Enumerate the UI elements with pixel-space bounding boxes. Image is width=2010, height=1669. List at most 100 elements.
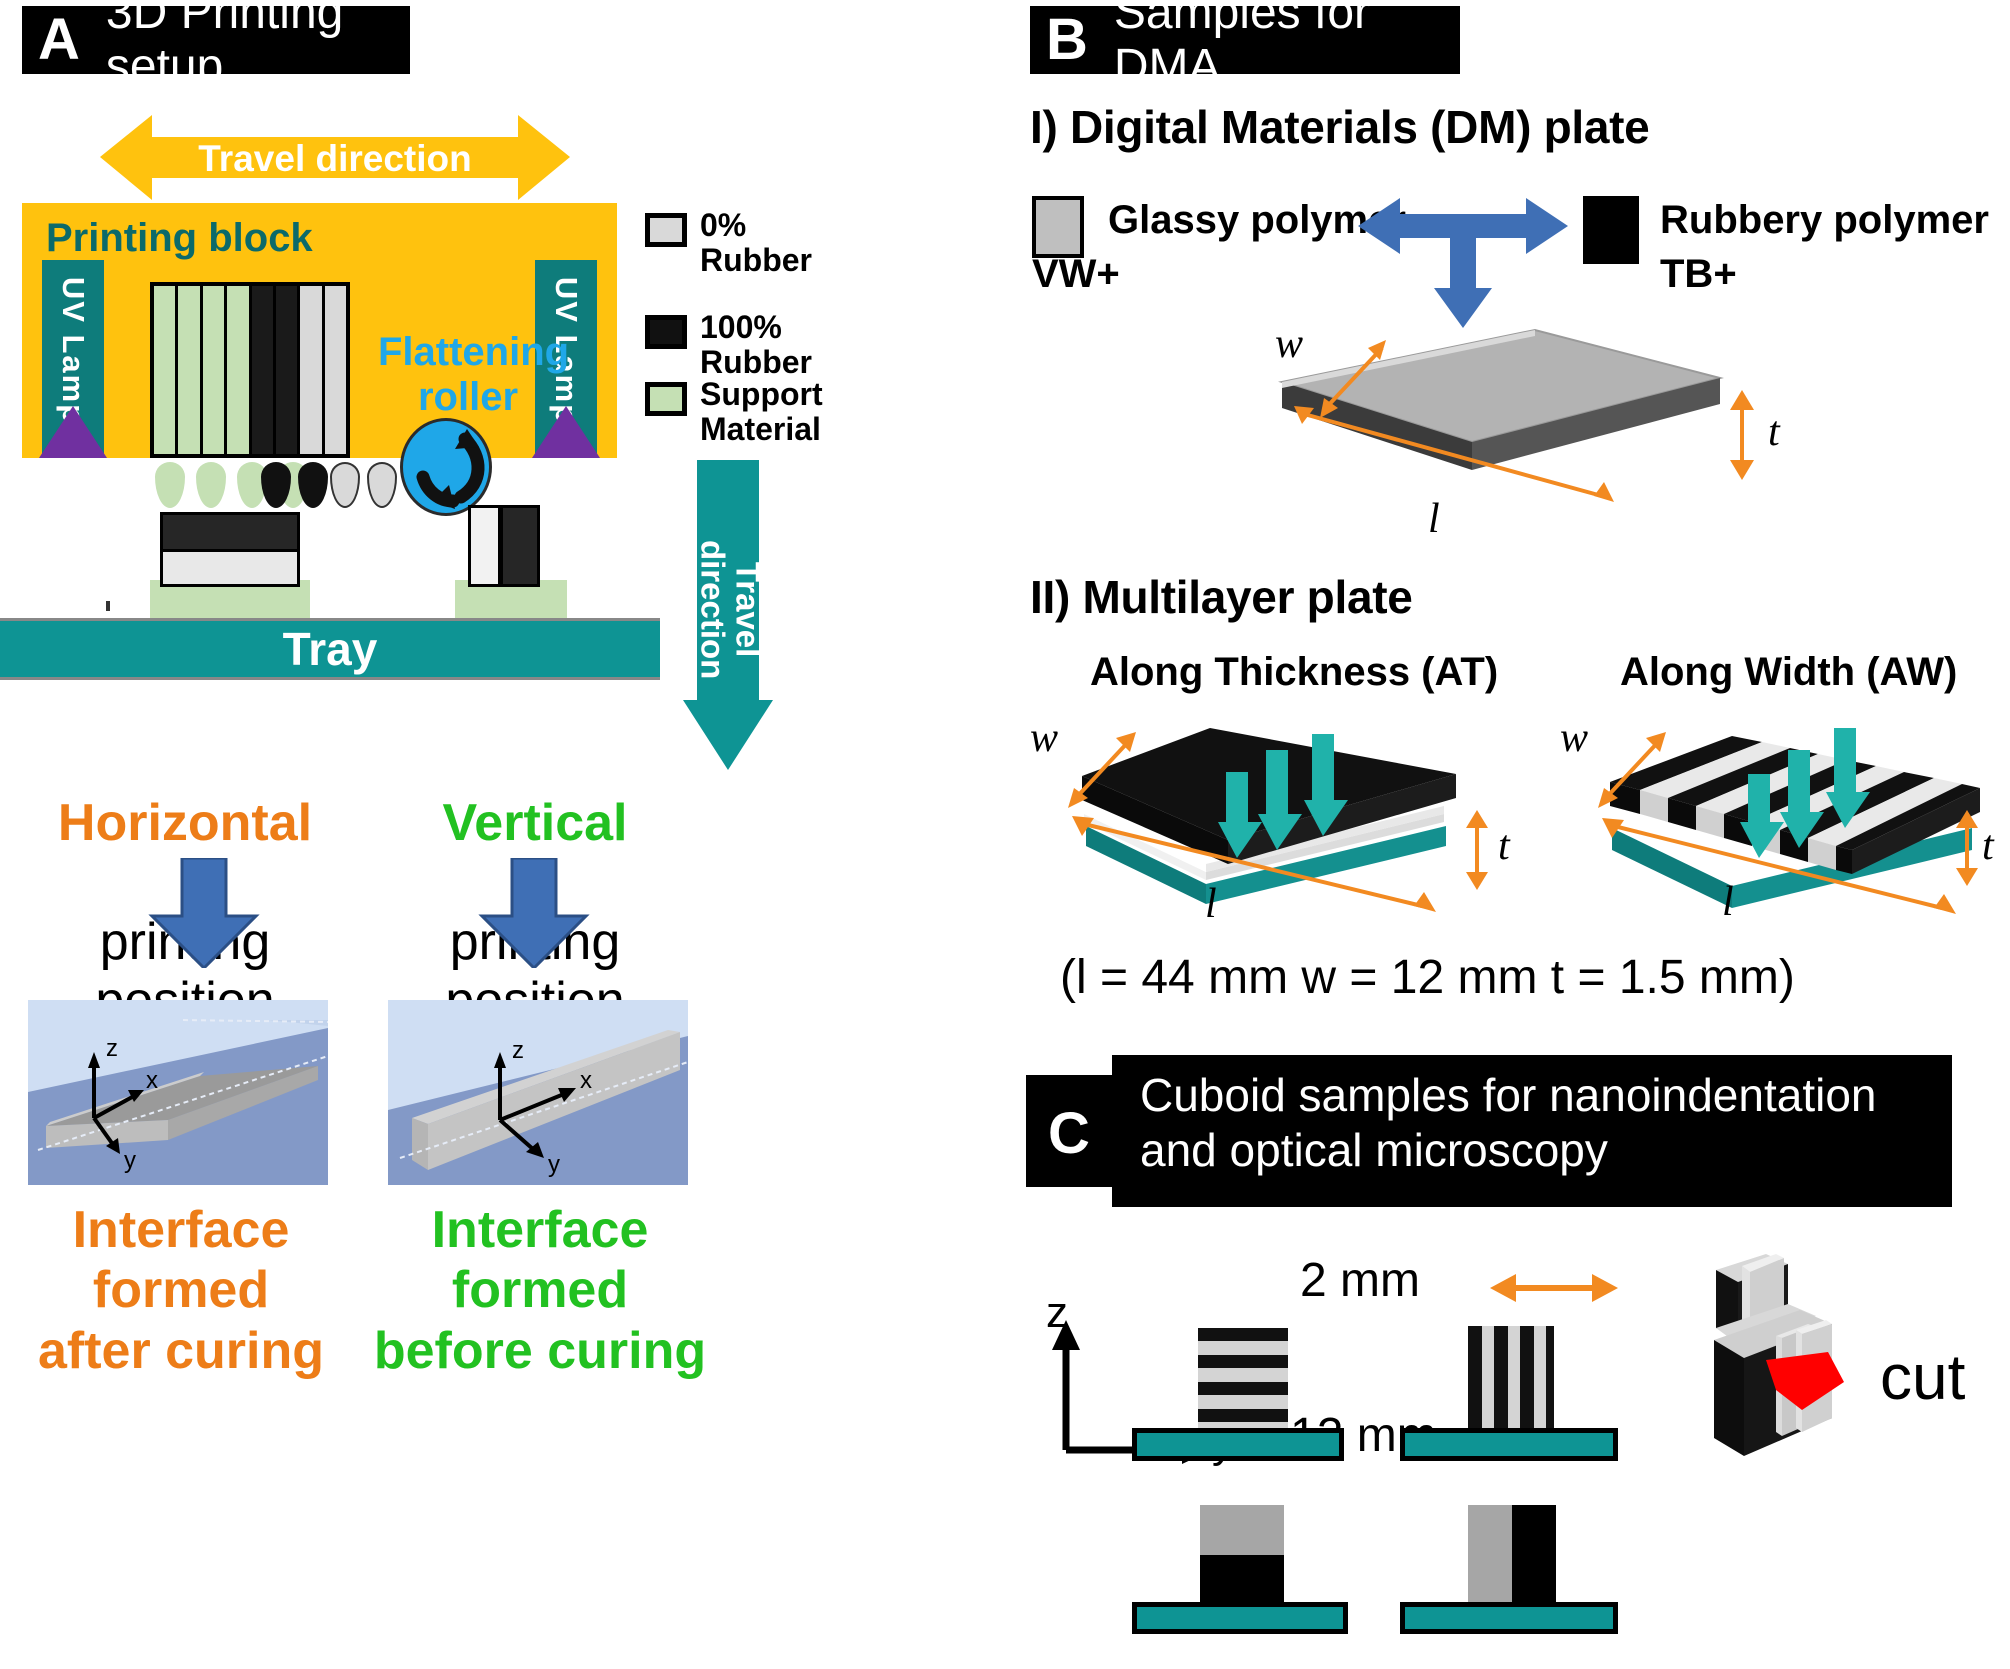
uv-lamp-left-beam-icon: [39, 406, 107, 458]
cut-label: cut: [1880, 1341, 1966, 1413]
nozzle-rubber-1: [251, 286, 276, 454]
cuboid-sample-vertical-bilayer-grey: [1468, 1505, 1512, 1603]
cuboid-base-4: [1400, 1602, 1618, 1634]
dimension-2mm-arrow: [1490, 1274, 1618, 1302]
svg-text:x: x: [580, 1067, 592, 1094]
dm-plate-l-label: l: [1428, 496, 1440, 542]
droplet-glassy-1: [330, 462, 360, 508]
vertical-3d-render: z x y: [388, 1000, 688, 1185]
horizontal-sample-rubber-layer: [160, 512, 300, 552]
vertical-down-arrow-icon: [478, 858, 590, 968]
vertical-interface-caption: Interface formed before curing: [373, 1201, 707, 1380]
figure-canvas: A 3D Printing setup Travel direction Pri…: [0, 0, 2010, 1669]
dm-plate-l-arrow: [1294, 406, 1614, 502]
dm-plate-w-label: w: [1275, 321, 1304, 367]
panel-c-letter: C: [1048, 1101, 1090, 1166]
at-plate-l-label: l: [1205, 881, 1217, 927]
legend-swatch-100-rubber: [645, 315, 687, 349]
droplet-glassy-2: [367, 462, 397, 508]
svg-text:z: z: [106, 1035, 118, 1062]
panel-c-axis-z-label: z: [1046, 1288, 1068, 1337]
section-ii-title: II) Multilayer plate: [1030, 571, 1413, 623]
nozzle-glassy-1: [300, 286, 325, 454]
at-plate-t-arrow: [1466, 810, 1488, 890]
at-plate-t-label: t: [1498, 823, 1510, 869]
tray-tick-mark: [106, 601, 110, 611]
glassy-polymer-code: VW+: [1032, 252, 1120, 296]
cuboid-sample-horizontal-bilayer-black: [1200, 1555, 1284, 1603]
flattening-roller-label: Flattening roller: [378, 330, 570, 419]
panel-a-title: 3D Printing setup: [105, 0, 344, 93]
horizontal-down-arrow-icon: [148, 858, 260, 968]
aw-plate-t-arrow: [1956, 810, 1978, 886]
cuboid-sample-horizontal-bilayer-grey: [1200, 1505, 1284, 1555]
nozzle-glassy-2: [324, 286, 346, 454]
uv-lamp-left: UV Lamp: [39, 260, 107, 458]
droplet-rubber-2: [298, 462, 328, 508]
vertical-sample-glassy-layer: [468, 505, 501, 587]
svg-text:z: z: [512, 1037, 524, 1064]
nozzle-bank: [150, 282, 350, 458]
printing-block-label: Printing block: [46, 216, 313, 260]
panel-a-letter: A: [38, 7, 80, 72]
section-i-title: I) Digital Materials (DM) plate: [1030, 101, 1650, 153]
legend-label-0-rubber: 0% Rubber: [700, 207, 812, 279]
cuboid-base-2: [1400, 1428, 1618, 1461]
vertical-sample-rubber-layer: [500, 505, 540, 587]
svg-text:y: y: [548, 1151, 560, 1178]
legend-swatch-0-rubber: [645, 213, 687, 247]
horizontal-sample-glassy-layer: [160, 549, 300, 587]
horizontal-position-name: Horizontal: [57, 794, 313, 853]
svg-text:y: y: [124, 1147, 136, 1174]
legend-swatch-support: [645, 382, 687, 416]
nozzle-support-4: [227, 286, 252, 454]
dm-plate-t-label: t: [1768, 409, 1780, 455]
along-thickness-label: Along Thickness (AT): [1090, 650, 1499, 694]
panel-b-letter: B: [1046, 7, 1088, 72]
cuboid-sample-vertical-bilayer-black: [1512, 1505, 1556, 1603]
tray-label: Tray: [282, 623, 378, 675]
glassy-polymer-swatch: [1032, 196, 1084, 258]
nozzle-rubber-2: [275, 286, 301, 454]
build-tray: Tray: [0, 618, 660, 680]
material-relation-arrow-icon: [1358, 198, 1568, 328]
travel-direction-label: Travel direction: [198, 138, 472, 179]
at-plate-w-label: w: [1030, 715, 1059, 761]
cuboid-base-1: [1132, 1428, 1344, 1461]
travel-direction-vertical-label: Travel direction: [695, 539, 767, 680]
cuboid-sample-at-stripes: [1198, 1328, 1288, 1428]
dimension-2mm-label: 2 mm: [1300, 1254, 1420, 1307]
legend-label-support: Support Material: [700, 376, 823, 448]
at-plate-w-arrow: [1068, 732, 1136, 808]
dm-plate-t-arrow: [1730, 390, 1754, 480]
cut-illustration: [1714, 1254, 1844, 1456]
at-load-arrows-icon: [1218, 734, 1348, 858]
aw-plate-l-label: l: [1722, 879, 1734, 925]
rubbery-polymer-code: TB+: [1660, 252, 1737, 296]
cuboid-base-3: [1132, 1602, 1348, 1634]
nozzle-support-2: [178, 286, 203, 454]
flattening-roller: [400, 418, 492, 516]
droplet-support-2: [196, 462, 226, 508]
droplet-support-1: [155, 462, 185, 508]
legend-label-100-rubber: 100% Rubber: [700, 309, 812, 381]
panel-c-title: Cuboid samples for nanoindentation and o…: [1140, 1069, 1877, 1177]
along-width-label: Along Width (AW): [1620, 650, 1958, 694]
aw-load-arrows-icon: [1740, 728, 1870, 858]
aw-plate-w-label: w: [1560, 715, 1589, 761]
uv-lamp-left-label: UV Lamp: [56, 276, 91, 426]
panel-a-header: A 3D Printing setup: [22, 0, 410, 93]
rubbery-polymer-swatch: [1583, 196, 1639, 264]
aw-plate-t-label: t: [1982, 823, 1994, 869]
vertical-position-name: Vertical: [442, 794, 628, 853]
cuboid-sample-aw-stripes: [1468, 1326, 1554, 1428]
horizontal-3d-render: z x y: [28, 1000, 328, 1185]
panel-b-header: B Samples for DMA: [1030, 0, 1460, 93]
nozzle-support-3: [202, 286, 228, 454]
horizontal-interface-caption: Interface formed after curing: [37, 1201, 325, 1380]
rubbery-polymer-label: Rubbery polymer: [1660, 198, 1989, 242]
dimensions-note: (l = 44 mm w = 12 mm t = 1.5 mm): [1060, 951, 1795, 1004]
svg-text:x: x: [146, 1067, 158, 1094]
aw-plate-w-arrow: [1598, 732, 1666, 808]
nozzle-support-1: [154, 286, 179, 454]
